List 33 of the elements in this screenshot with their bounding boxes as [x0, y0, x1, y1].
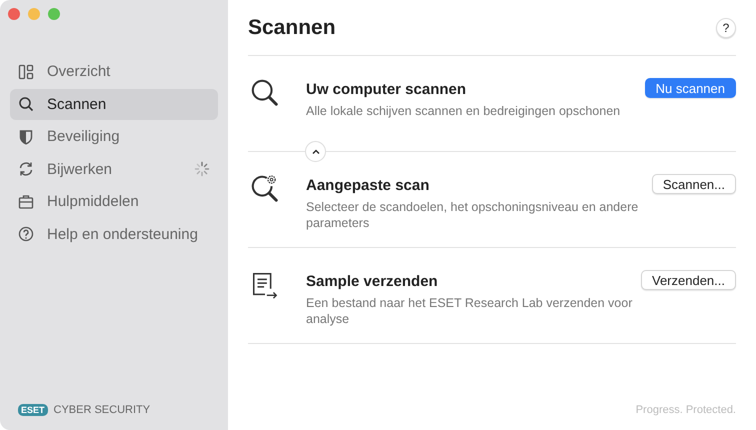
search-icon: [250, 78, 280, 108]
search-gear-icon: [250, 174, 280, 204]
close-button[interactable]: [8, 8, 20, 20]
sidebar-item[interactable]: Bijwerken: [10, 154, 218, 185]
collapse-button[interactable]: [305, 141, 326, 162]
sidebar-item[interactable]: Hulpmiddelen: [10, 186, 218, 218]
sidebar-item[interactable]: Help en ondersteuning: [10, 218, 218, 250]
brand-logo: ESET: [18, 404, 48, 416]
briefcase-icon: [18, 194, 34, 210]
section-title: Aangepaste scan: [306, 177, 430, 194]
tagline: Progress. Protected.: [636, 404, 736, 418]
sidebar-item[interactable]: Beveiliging: [10, 121, 218, 152]
help-button[interactable]: ?: [716, 18, 736, 38]
help-icon: [18, 226, 34, 242]
search-icon: [18, 96, 34, 112]
minimize-button[interactable]: [28, 8, 40, 20]
sidebar-item[interactable]: Overzicht: [10, 56, 218, 88]
zoom-button[interactable]: [48, 8, 60, 20]
product-name: CYBER SECURITY: [54, 404, 150, 416]
action-button[interactable]: Scannen...: [652, 174, 736, 194]
action-button[interactable]: Verzenden...: [641, 270, 736, 290]
refresh-icon: [18, 161, 34, 178]
section-title: Uw computer scannen: [306, 81, 468, 98]
dashboard-icon: [18, 64, 34, 80]
section-description: Alle lokale schijven scannen en bedreigingen opschonen: [306, 103, 622, 119]
action-button[interactable]: Nu scannen: [644, 78, 736, 98]
document-send-icon: [250, 270, 280, 300]
shield-icon: [18, 128, 34, 145]
sidebar-item[interactable]: Scannen: [10, 88, 218, 120]
section-title: Sample verzenden: [306, 273, 439, 290]
section-description: Een bestand naar het ESET Research Lab verzenden voor analyse: [306, 295, 634, 327]
section-description: Selecteer de scandoelen, het opschoningsniveau en andere parameters: [306, 199, 640, 231]
page-title: Scannen: [248, 16, 336, 40]
